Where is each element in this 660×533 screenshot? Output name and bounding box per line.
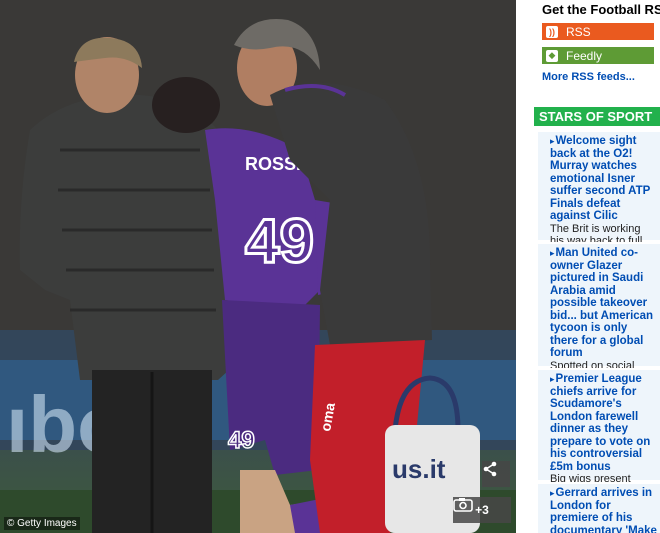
feedly-icon: ◆	[546, 49, 558, 62]
share-button[interactable]	[482, 461, 510, 487]
bag-brand: us.it	[392, 454, 446, 484]
story-headline[interactable]: Premier League chiefs arrive for Scudamo…	[550, 373, 657, 473]
story-headline[interactable]: Gerrard arrives in London for premiere o…	[550, 487, 657, 533]
camera-icon	[453, 498, 473, 512]
gallery-count: +3	[475, 503, 489, 517]
rss-box: Get the Football RSS )) RSS ◆ Feedly Mor…	[542, 0, 660, 90]
shorts-number: 49	[228, 427, 255, 454]
sidebar: Get the Football RSS )) RSS ◆ Feedly Mor…	[516, 0, 660, 533]
article-photo: ıbo ROSSI 49 49 oma us.it © Getty Images	[0, 0, 516, 533]
rss-link-label: RSS	[566, 24, 591, 39]
feedly-link-label: Feedly	[566, 48, 603, 63]
gallery-button[interactable]: +3	[453, 497, 511, 523]
shirt-number: 49	[245, 207, 314, 276]
more-rss-feeds-link[interactable]: More RSS feeds...	[542, 71, 635, 83]
rss-icon: ))	[546, 25, 558, 38]
story-headline[interactable]: Man United co-owner Glazer pictured in S…	[550, 247, 657, 360]
stars-of-sport-heading: STARS OF SPORT	[534, 107, 660, 126]
share-icon	[483, 461, 497, 477]
rss-link[interactable]: )) RSS	[542, 23, 654, 40]
story-item[interactable]: Man United co-owner Glazer pictured in S…	[538, 242, 660, 384]
rss-title: Get the Football RSS	[542, 2, 660, 17]
feedly-link[interactable]: ◆ Feedly	[542, 47, 654, 64]
story-item[interactable]: Gerrard arrives in London for premiere o…	[538, 482, 660, 533]
story-headline[interactable]: Welcome sight back at the O2! Murray wat…	[550, 135, 657, 223]
photo-illustration: ıbo ROSSI 49 49 oma us.it	[0, 0, 516, 533]
story-item[interactable]: Welcome sight back at the O2! Murray wat…	[538, 130, 660, 260]
story-item[interactable]: Premier League chiefs arrive for Scudamo…	[538, 368, 660, 485]
photo-credit: © Getty Images	[4, 517, 80, 530]
